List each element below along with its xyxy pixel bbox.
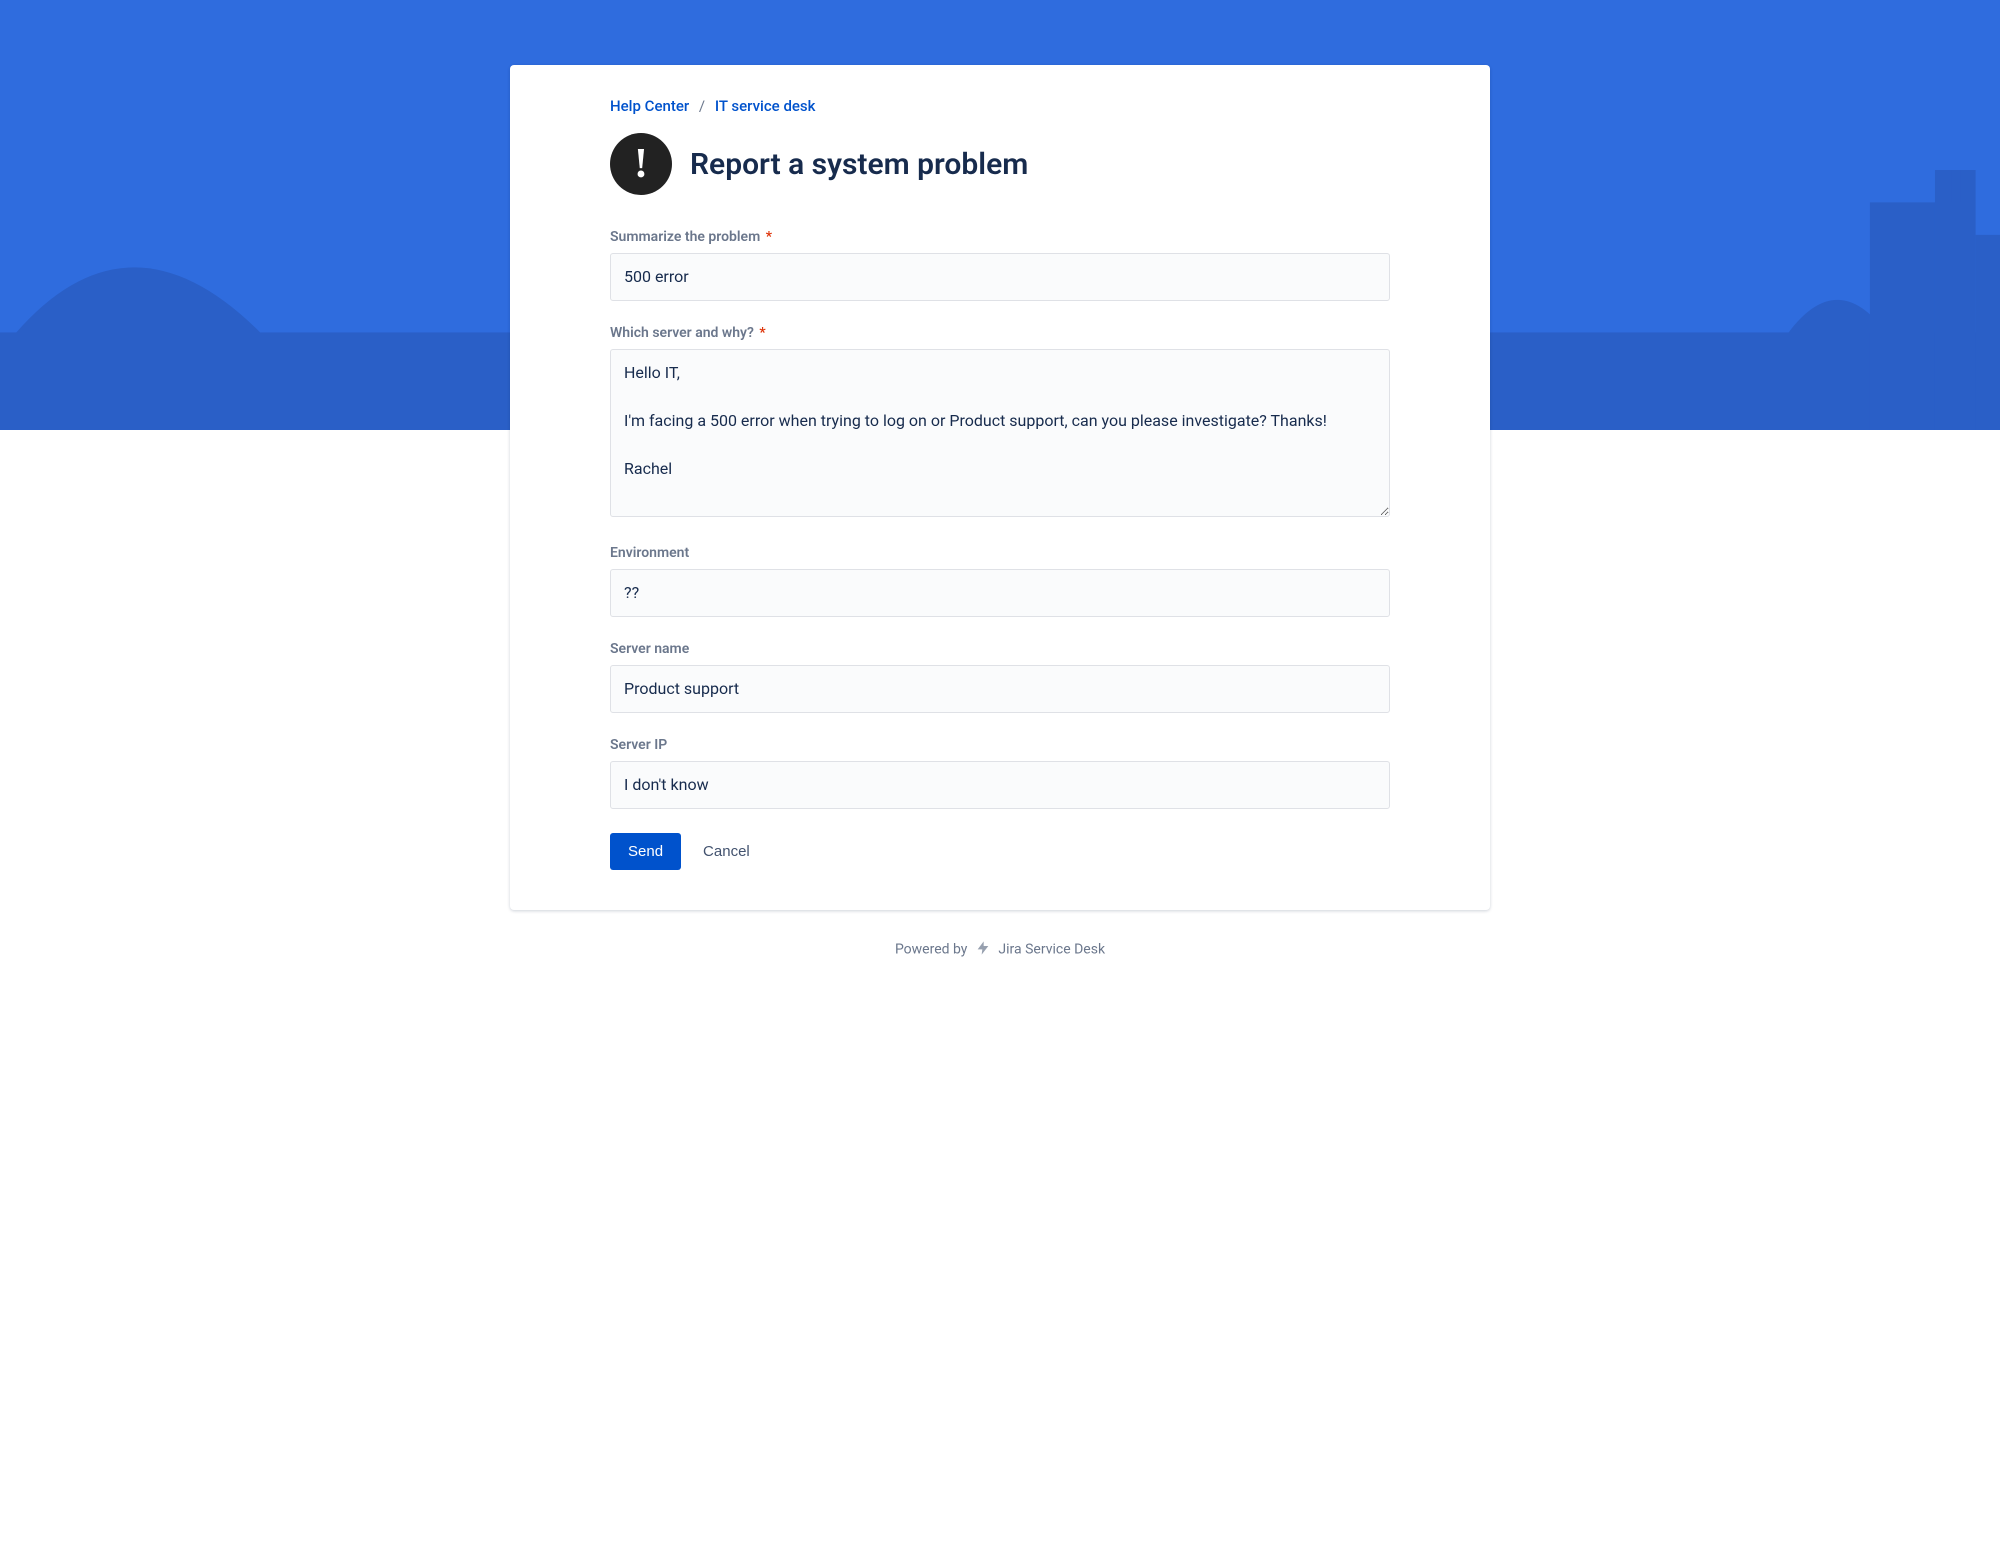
footer-brand: Jira Service Desk xyxy=(998,942,1105,958)
breadcrumb-service-desk[interactable]: IT service desk xyxy=(715,97,816,115)
required-marker: * xyxy=(759,325,765,341)
form-card: Help Center / IT service desk ! Report a… xyxy=(510,65,1490,910)
summary-label: Summarize the problem * xyxy=(610,229,1390,245)
cancel-button[interactable]: Cancel xyxy=(703,843,750,860)
server-ip-label: Server IP xyxy=(610,737,1390,753)
description-label: Which server and why? * xyxy=(610,325,1390,341)
server-name-label: Server name xyxy=(610,641,1390,657)
summary-input[interactable] xyxy=(610,253,1390,301)
footer: Powered by Jira Service Desk xyxy=(0,910,2000,970)
footer-powered-by: Powered by xyxy=(895,942,968,958)
send-button[interactable]: Send xyxy=(610,833,681,870)
breadcrumb-separator: / xyxy=(699,97,705,115)
server-name-input[interactable] xyxy=(610,665,1390,713)
exclamation-icon: ! xyxy=(610,133,672,195)
required-marker: * xyxy=(766,229,772,245)
environment-input[interactable] xyxy=(610,569,1390,617)
environment-label: Environment xyxy=(610,545,1390,561)
page-title: Report a system problem xyxy=(690,147,1028,182)
bolt-icon xyxy=(975,940,991,960)
server-ip-input[interactable] xyxy=(610,761,1390,809)
description-textarea[interactable] xyxy=(610,349,1390,517)
breadcrumb-help-center[interactable]: Help Center xyxy=(610,97,689,115)
breadcrumb: Help Center / IT service desk xyxy=(610,97,1390,115)
